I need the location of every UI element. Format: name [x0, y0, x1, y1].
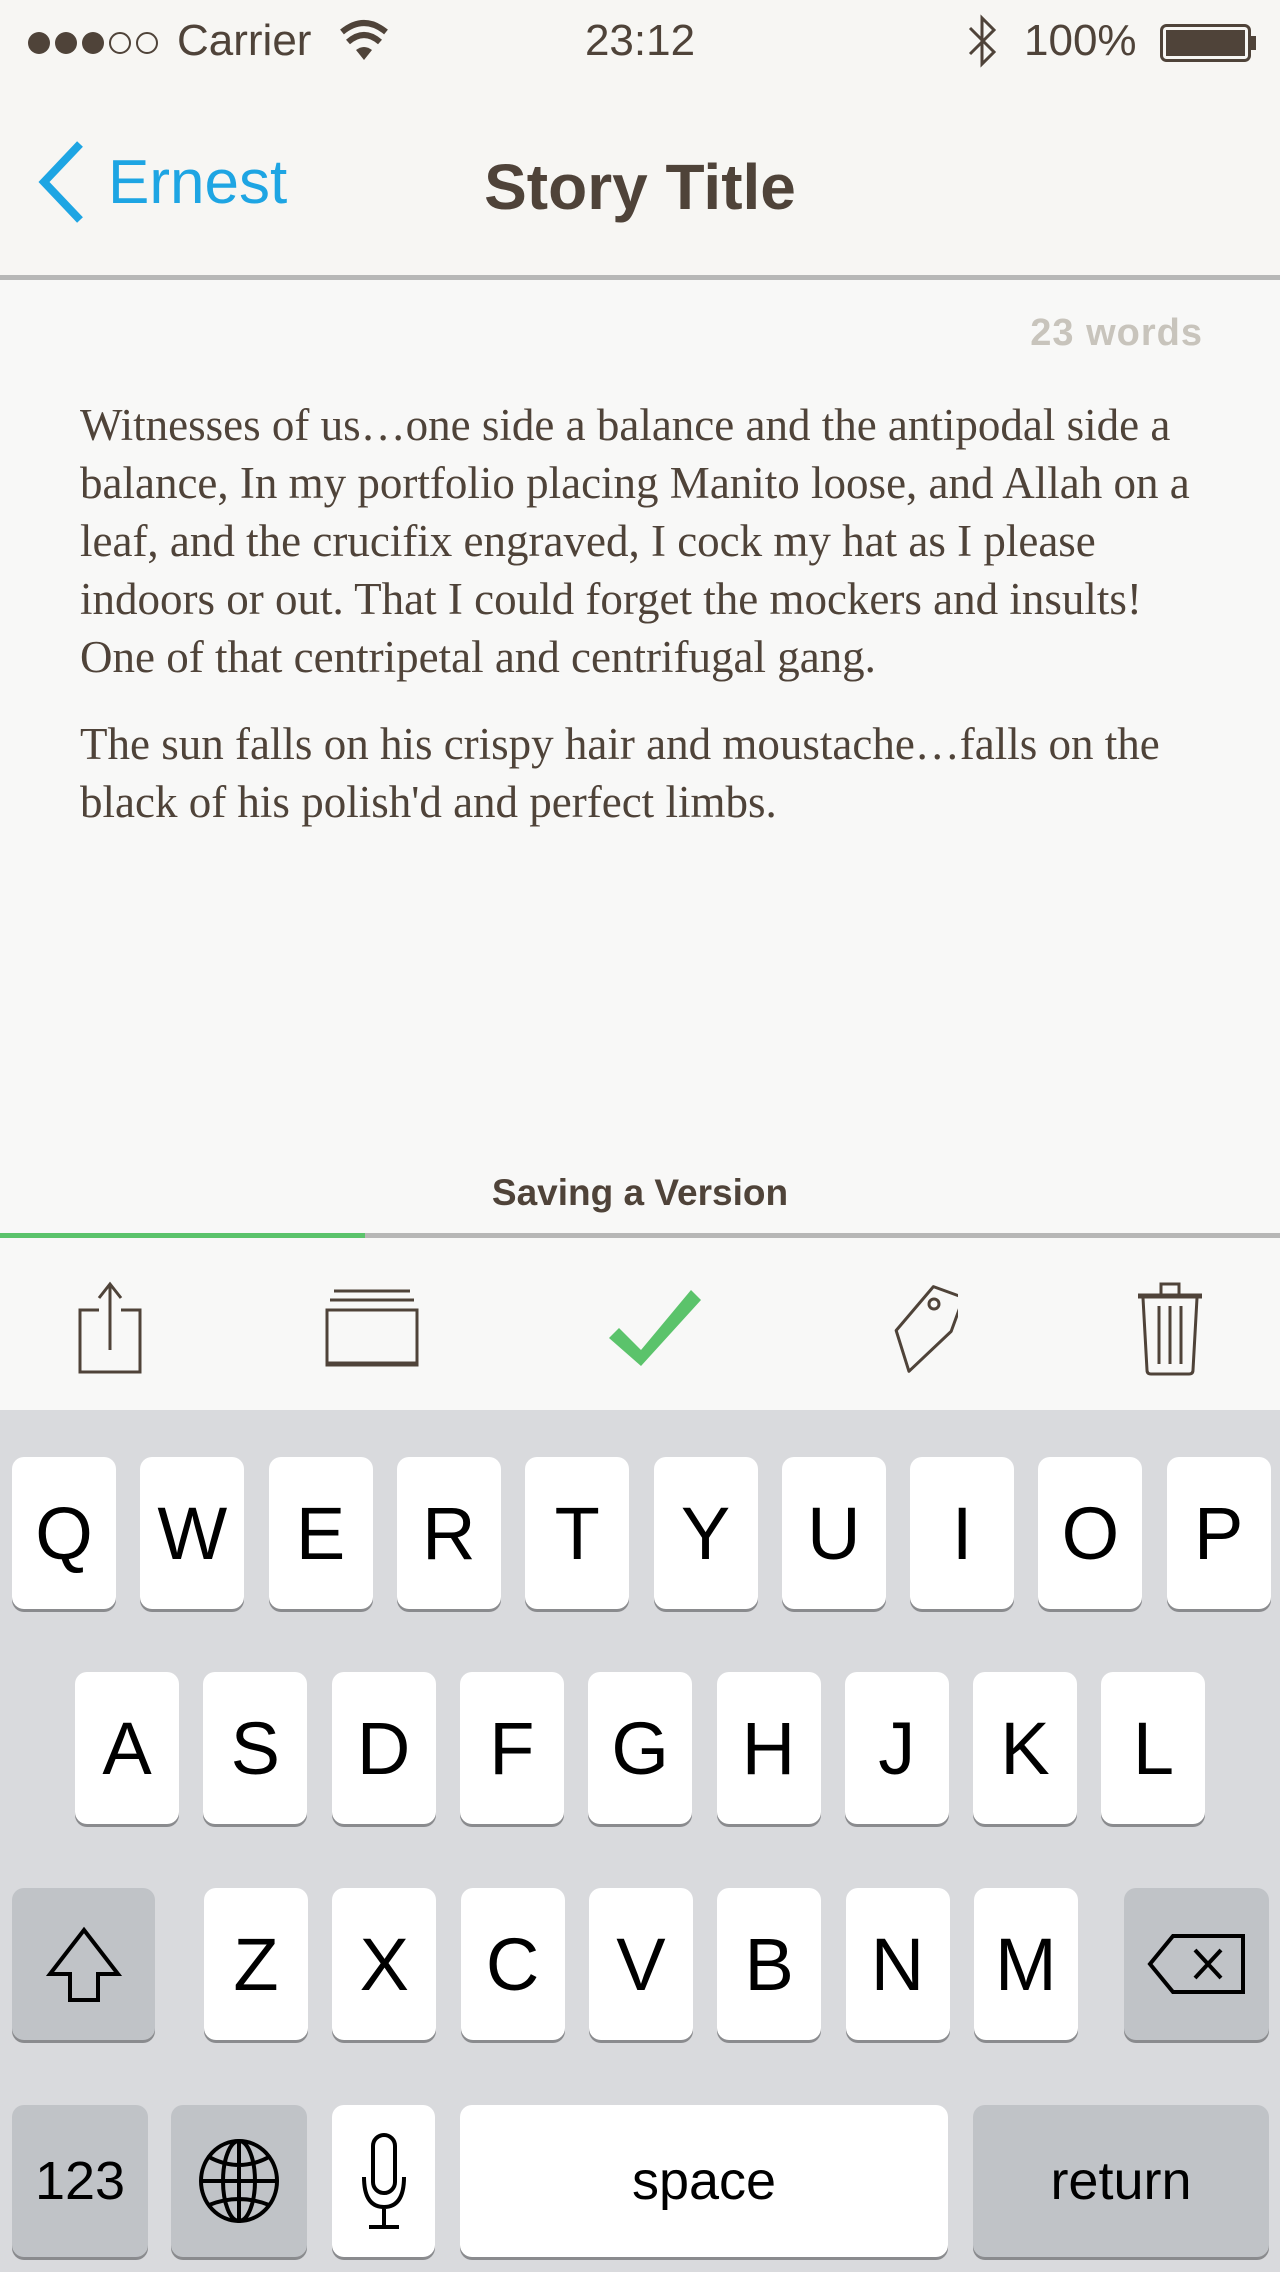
status-bar: Carrier 23:12 100% — [0, 0, 1280, 85]
delete-button[interactable] — [1120, 1278, 1220, 1378]
battery-percent: 100% — [1024, 16, 1137, 65]
key-j[interactable]: J — [844, 1672, 949, 1824]
globe-key[interactable] — [171, 2105, 307, 2257]
key-b[interactable]: B — [717, 1888, 822, 2040]
key-w[interactable]: W — [140, 1457, 245, 1609]
key-z[interactable]: Z — [204, 1888, 308, 2040]
done-button[interactable] — [605, 1278, 705, 1378]
key-p[interactable]: P — [1166, 1457, 1271, 1609]
key-f[interactable]: F — [459, 1672, 564, 1824]
share-button[interactable] — [60, 1278, 160, 1378]
key-t[interactable]: T — [525, 1457, 630, 1609]
bluetooth-icon — [968, 14, 997, 68]
key-x[interactable]: X — [332, 1888, 437, 2040]
microphone-icon — [361, 2133, 406, 2229]
key-v[interactable]: V — [588, 1888, 693, 2040]
saving-status: Saving a Version — [491, 1172, 789, 1213]
tag-button[interactable] — [863, 1278, 963, 1378]
key-k[interactable]: K — [973, 1672, 1078, 1824]
versions-icon — [325, 1289, 419, 1367]
key-i[interactable]: I — [910, 1457, 1015, 1609]
key-m[interactable]: M — [973, 1888, 1078, 2040]
paragraph: The sun falls on his crispy hair and mou… — [80, 719, 1160, 827]
key-g[interactable]: G — [588, 1672, 693, 1824]
toolbar — [0, 1238, 1280, 1410]
share-icon — [78, 1281, 142, 1374]
shift-key[interactable] — [12, 1888, 155, 2040]
keyboard: Q W E R T Y U I O P A S D F G H J K L Z X C V B N M 123 space return — [0, 1410, 1280, 2272]
key-s[interactable]: S — [203, 1672, 308, 1824]
key-u[interactable]: U — [781, 1457, 886, 1609]
key-l[interactable]: L — [1101, 1672, 1206, 1824]
page-title: Story Title — [484, 151, 796, 223]
key-a[interactable]: A — [75, 1672, 179, 1824]
shift-icon — [45, 1926, 122, 2002]
checkmark-icon — [609, 1290, 701, 1366]
word-count: 23 words — [1030, 312, 1203, 354]
paragraph: Witnesses of us…one side a balance and t… — [80, 400, 1190, 682]
space-key[interactable]: space — [460, 2105, 948, 2257]
key-q[interactable]: Q — [12, 1457, 116, 1609]
dictation-key[interactable] — [332, 2105, 435, 2257]
numbers-key[interactable]: 123 — [12, 2105, 148, 2257]
divider — [0, 275, 1280, 280]
backspace-icon — [1146, 1934, 1245, 1994]
key-d[interactable]: D — [331, 1672, 436, 1824]
key-n[interactable]: N — [845, 1888, 950, 2040]
globe-icon — [199, 2139, 279, 2223]
key-c[interactable]: C — [460, 1888, 565, 2040]
key-h[interactable]: H — [716, 1672, 821, 1824]
key-e[interactable]: E — [268, 1457, 373, 1609]
trash-icon — [1138, 1282, 1202, 1376]
battery-icon — [1160, 24, 1256, 62]
key-o[interactable]: O — [1038, 1457, 1143, 1609]
tag-icon — [894, 1285, 958, 1373]
key-r[interactable]: R — [396, 1457, 501, 1609]
delete-key[interactable] — [1124, 1888, 1269, 2040]
versions-button[interactable] — [322, 1278, 422, 1378]
return-key[interactable]: return — [973, 2105, 1269, 2257]
key-y[interactable]: Y — [653, 1457, 758, 1609]
story-text-editor[interactable]: Witnesses of us…one side a balance and t… — [80, 396, 1210, 860]
